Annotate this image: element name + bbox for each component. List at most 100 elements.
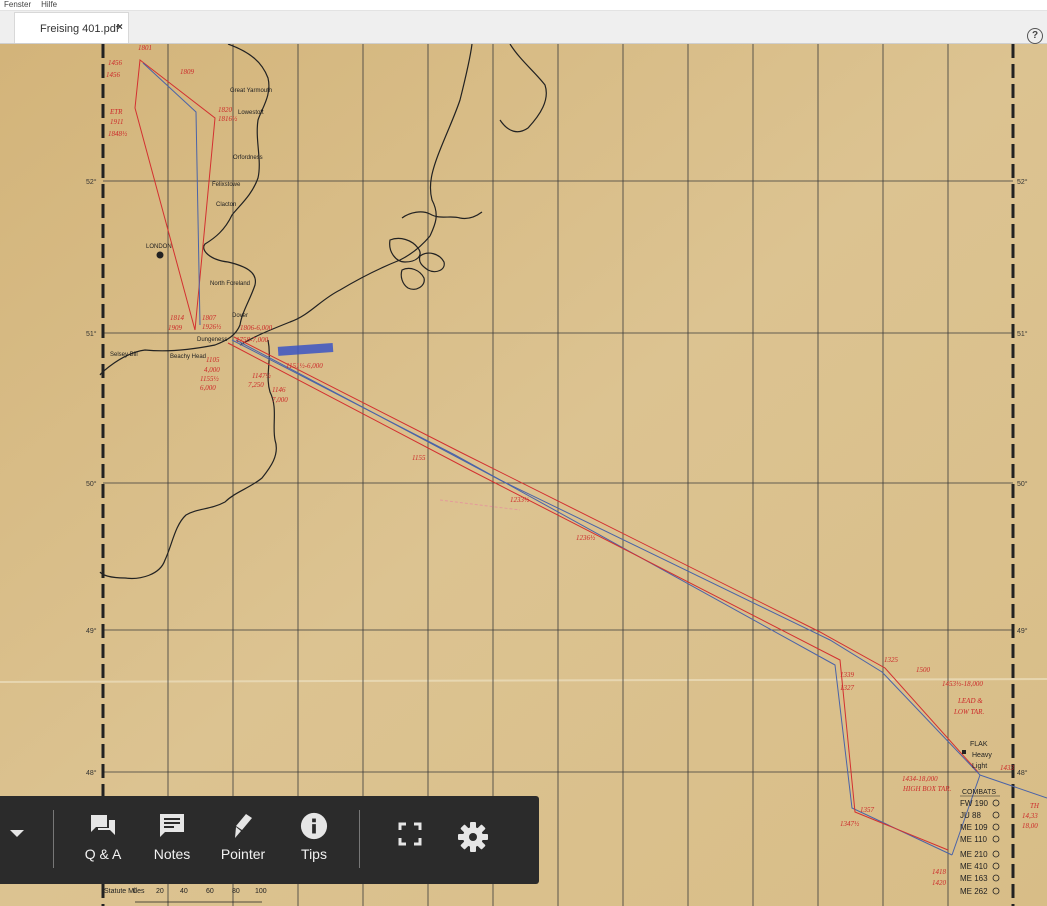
route-time-label: 1758-7,000 bbox=[236, 336, 269, 344]
combat-row: ME 410 bbox=[960, 862, 988, 871]
route-time-label: 1339 bbox=[840, 671, 855, 679]
route-time-label: 1236½ bbox=[576, 534, 596, 542]
place-label: Orfordness bbox=[233, 155, 263, 161]
lat-label: 52° bbox=[86, 178, 97, 186]
lat-label: 52° bbox=[1017, 178, 1028, 186]
tips-button[interactable]: Tips bbox=[290, 812, 338, 868]
collapse-toolbar-icon[interactable] bbox=[10, 830, 24, 837]
route-time-label: 1453½-18,000 bbox=[942, 680, 983, 688]
combat-row: ME 110 bbox=[960, 835, 988, 844]
flak-title: FLAK bbox=[970, 741, 988, 748]
notes-label: Notes bbox=[153, 846, 191, 862]
pointer-button[interactable]: Pointer bbox=[214, 812, 272, 868]
qa-button[interactable]: Q & A bbox=[78, 812, 128, 868]
place-label: Lowestoft bbox=[238, 110, 264, 116]
route-time-label: 1233½ bbox=[510, 496, 530, 504]
lat-label: 49° bbox=[86, 627, 97, 635]
route-time-label: 1347½ bbox=[840, 820, 860, 828]
route-time-label: 14,33 bbox=[1022, 812, 1038, 820]
chat-icon bbox=[91, 815, 115, 835]
notes-icon bbox=[160, 814, 184, 837]
toolbar-divider bbox=[53, 810, 54, 868]
lat-label: 51° bbox=[1017, 330, 1028, 338]
combat-row: ME 163 bbox=[960, 874, 988, 883]
combat-row: ME 210 bbox=[960, 850, 988, 859]
lat-label: 50° bbox=[1017, 480, 1028, 488]
scale-tick: 20 bbox=[156, 888, 164, 895]
route-time-label: 1155 bbox=[412, 454, 426, 462]
laser-pointer-icon bbox=[235, 814, 252, 838]
menu-hilfe[interactable]: Hilfe bbox=[41, 0, 57, 9]
gear-icon bbox=[458, 822, 488, 852]
place-label: LONDON bbox=[146, 244, 172, 250]
route-time-label: 1327 bbox=[840, 684, 855, 692]
route-time-label: 1820 bbox=[218, 106, 233, 114]
document-tab[interactable]: Freising 401.pdf × bbox=[14, 12, 129, 43]
place-label: Dungeness bbox=[197, 337, 227, 343]
route-time-label: 1814 bbox=[170, 314, 185, 322]
lat-label: 48° bbox=[86, 769, 97, 777]
route-time-label: 1151½-6,000 bbox=[286, 362, 323, 370]
route-time-label: TH bbox=[1030, 802, 1040, 810]
route-time-label: 1433 bbox=[1000, 764, 1015, 772]
route-time-label: 1801 bbox=[138, 44, 152, 52]
route-time-label: 1909 bbox=[168, 324, 183, 332]
route-time-label: 7,250 bbox=[248, 381, 264, 389]
route-time-label: 1456 bbox=[108, 59, 123, 67]
scale-tick: 60 bbox=[206, 888, 214, 895]
route-time-label: 1911 bbox=[110, 118, 123, 126]
route-time-label: 1809 bbox=[180, 68, 195, 76]
combat-row: JU 88 bbox=[960, 811, 981, 820]
document-tab-title: Freising 401.pdf bbox=[40, 23, 119, 35]
route-time-label: 1325 bbox=[884, 656, 899, 664]
route-time-label: 1816½ bbox=[218, 115, 238, 123]
lat-label: 50° bbox=[86, 480, 97, 488]
scale-tick: 100 bbox=[255, 888, 267, 895]
place-label: Felixstowe bbox=[212, 182, 241, 188]
route-time-label: 1146 bbox=[272, 386, 286, 394]
place-label: Great Yarmouth bbox=[230, 88, 272, 94]
lat-label: 51° bbox=[86, 330, 97, 338]
tips-label: Tips bbox=[301, 846, 327, 862]
info-icon bbox=[300, 812, 328, 840]
combat-row: ME 109 bbox=[960, 823, 988, 832]
scale-tick: 0 bbox=[133, 888, 137, 895]
fullscreen-button[interactable] bbox=[398, 822, 422, 851]
route-time-label: 1926½ bbox=[202, 323, 222, 331]
help-icon[interactable]: ? bbox=[1027, 28, 1043, 44]
toolbar-divider bbox=[359, 810, 360, 868]
route-time-label: 1848½ bbox=[108, 130, 128, 138]
tab-bar: Freising 401.pdf × ? bbox=[0, 11, 1047, 44]
presentation-toolbar: Q & A Notes Pointer Tips bbox=[0, 796, 539, 884]
lat-label: 48° bbox=[1017, 769, 1028, 777]
route-time-label: 1147½ bbox=[252, 372, 271, 380]
menu-bar: Fenster Hilfe bbox=[0, 0, 1047, 11]
combat-row: FW 190 bbox=[960, 799, 989, 808]
combats-title: COMBATS bbox=[962, 789, 996, 796]
place-label: Selsey Bill bbox=[110, 352, 138, 358]
pdf-viewer[interactable]: 52° 51° 50° 49° 48° 52° 51° 50° 49° 48° … bbox=[0, 44, 1047, 906]
route-time-label: 1456 bbox=[106, 71, 121, 79]
fullscreen-icon bbox=[398, 822, 422, 846]
route-time-label: 18,00 bbox=[1022, 822, 1038, 830]
lat-label: 49° bbox=[1017, 627, 1028, 635]
route-time-label: 1105 bbox=[206, 356, 220, 364]
close-tab-button[interactable]: × bbox=[117, 22, 123, 33]
route-time-label: LEAD & bbox=[957, 697, 983, 705]
notes-button[interactable]: Notes bbox=[146, 812, 198, 868]
route-time-label: HIGH BOX TAR. bbox=[902, 785, 952, 793]
place-label: Clacton bbox=[216, 202, 236, 208]
route-time-label: 1420 bbox=[932, 879, 947, 887]
scale-tick: 40 bbox=[180, 888, 188, 895]
route-time-label: LOW TAR. bbox=[953, 708, 984, 716]
flak-heavy: Heavy bbox=[972, 752, 992, 759]
route-time-label: 1357 bbox=[860, 806, 875, 814]
flak-light: Light bbox=[972, 763, 987, 770]
route-time-label: 4,000 bbox=[204, 366, 220, 374]
route-time-label: ETR bbox=[109, 108, 123, 116]
route-time-label: 1434-18,000 bbox=[902, 775, 938, 783]
menu-fenster[interactable]: Fenster bbox=[4, 0, 31, 9]
scale-tick: 80 bbox=[232, 888, 240, 895]
place-label: Dover bbox=[232, 313, 248, 319]
settings-button[interactable] bbox=[456, 820, 490, 859]
